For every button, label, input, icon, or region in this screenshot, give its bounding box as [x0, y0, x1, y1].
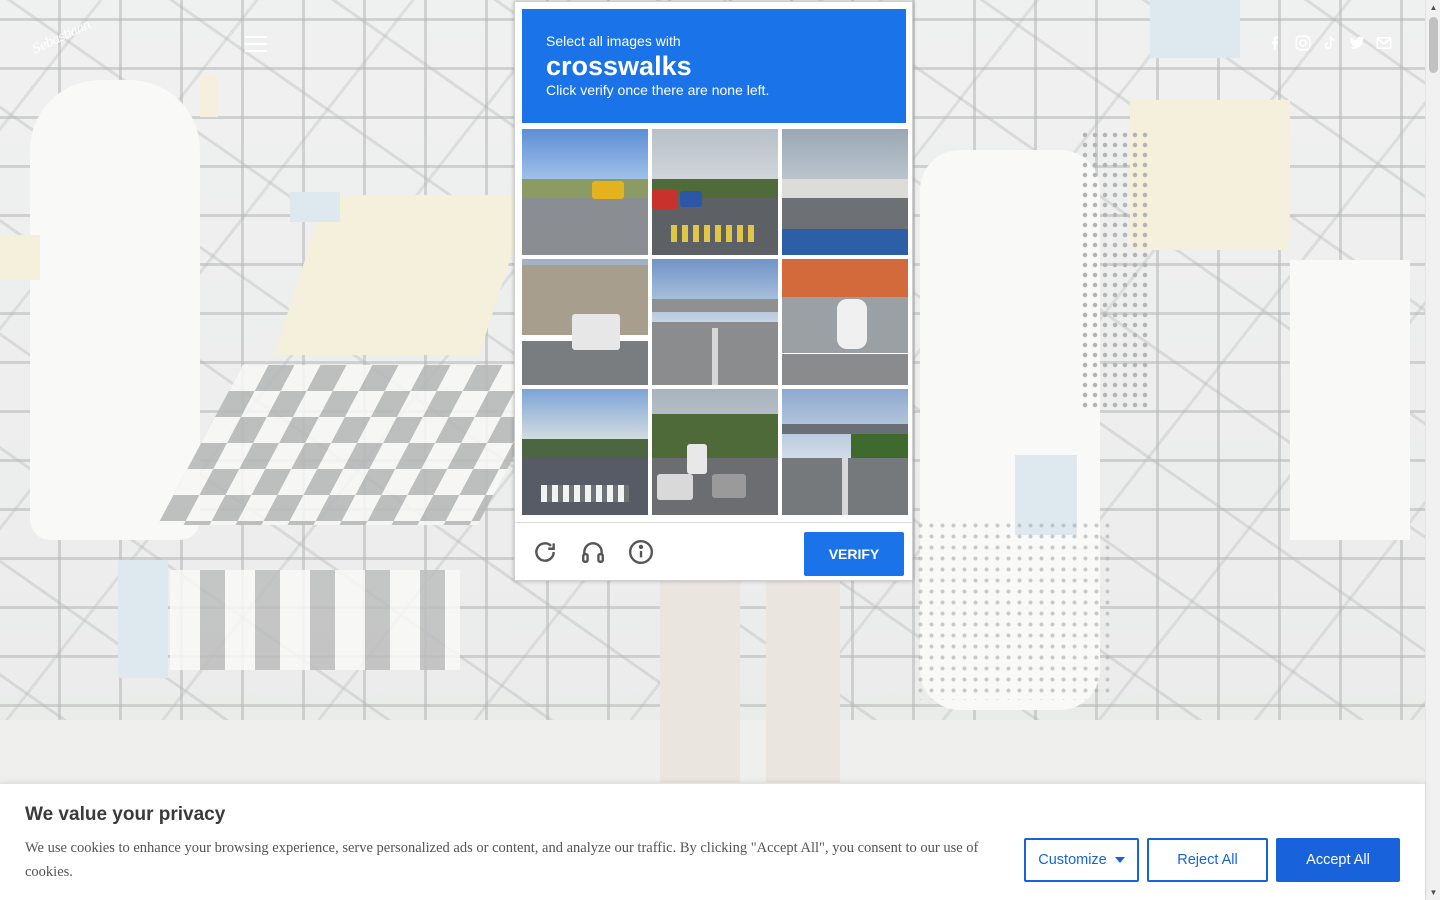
scrollbar-thumb[interactable] [1429, 17, 1438, 73]
tile-sunny-crosswalk[interactable] [522, 389, 648, 515]
mural-figure [30, 80, 200, 540]
tile-school-bus-intersection[interactable] [522, 129, 648, 255]
mural-yellow-shape [200, 75, 218, 117]
customize-label: Customize [1038, 852, 1107, 868]
tiktok-icon[interactable] [1320, 32, 1339, 54]
scroll-up-icon[interactable]: ▲ [1426, 0, 1440, 15]
twitter-icon[interactable] [1347, 32, 1366, 54]
tile-bridge-road[interactable] [782, 389, 908, 515]
captcha-instruction: Select all images with [546, 33, 681, 49]
mural-yellow-shape [1130, 100, 1290, 250]
social-links [1266, 32, 1393, 54]
tile-gas-station-road[interactable] [782, 129, 908, 255]
cookie-text: We use cookies to enhance your browsing … [25, 840, 979, 880]
cookie-banner: We value your privacy We use cookies to … [0, 783, 1425, 900]
mural-block [1290, 260, 1410, 540]
tile-parked-scooter[interactable] [782, 259, 908, 385]
tile-highway-overpass[interactable] [652, 259, 778, 385]
reject-all-button[interactable]: Reject All [1147, 838, 1268, 882]
captcha-target: crosswalks [546, 51, 692, 81]
mural-stripes [170, 570, 460, 670]
mural-blue-shape [290, 192, 340, 222]
mural-blue-shape [1015, 455, 1077, 535]
reload-icon[interactable] [531, 538, 559, 566]
page-scrollbar[interactable]: ▲ ▼ [1425, 0, 1440, 900]
mural-block [920, 150, 1100, 710]
cookie-title: We value your privacy [25, 804, 226, 825]
mural-yellow-shape [274, 195, 531, 355]
instagram-icon[interactable] [1293, 32, 1312, 54]
tile-traffic-trees[interactable] [652, 389, 778, 515]
mural-dots [915, 520, 1115, 700]
tile-bus-buildings[interactable] [522, 259, 648, 385]
captcha-challenge: Select all images with crosswalks Click … [514, 1, 913, 581]
captcha-image-grid [522, 129, 908, 515]
tile-parking-lot-crosswalk[interactable] [652, 129, 778, 255]
accept-all-button[interactable]: Accept All [1276, 838, 1400, 882]
chevron-down-icon [1114, 857, 1125, 863]
captcha-prompt: Select all images with crosswalks Click … [522, 9, 906, 123]
facebook-icon[interactable] [1266, 32, 1285, 54]
captcha-subtext: Click verify once there are none left. [546, 82, 770, 98]
mural-blue-shape [1150, 0, 1240, 58]
email-icon[interactable] [1374, 32, 1393, 54]
hamburger-menu-icon[interactable] [245, 36, 267, 52]
captcha-footer: VERIFY [515, 522, 912, 580]
customize-button[interactable]: Customize [1024, 838, 1139, 882]
info-icon[interactable] [627, 538, 655, 566]
mural-yellow-shape [0, 235, 40, 280]
person-legs [650, 570, 850, 800]
verify-button[interactable]: VERIFY [804, 532, 904, 576]
mural-dots [1080, 130, 1150, 410]
scroll-down-icon[interactable]: ▼ [1426, 885, 1440, 900]
mural-blue-shape [118, 560, 168, 678]
mural-checker-pattern [157, 365, 563, 525]
audio-icon[interactable] [579, 538, 607, 566]
